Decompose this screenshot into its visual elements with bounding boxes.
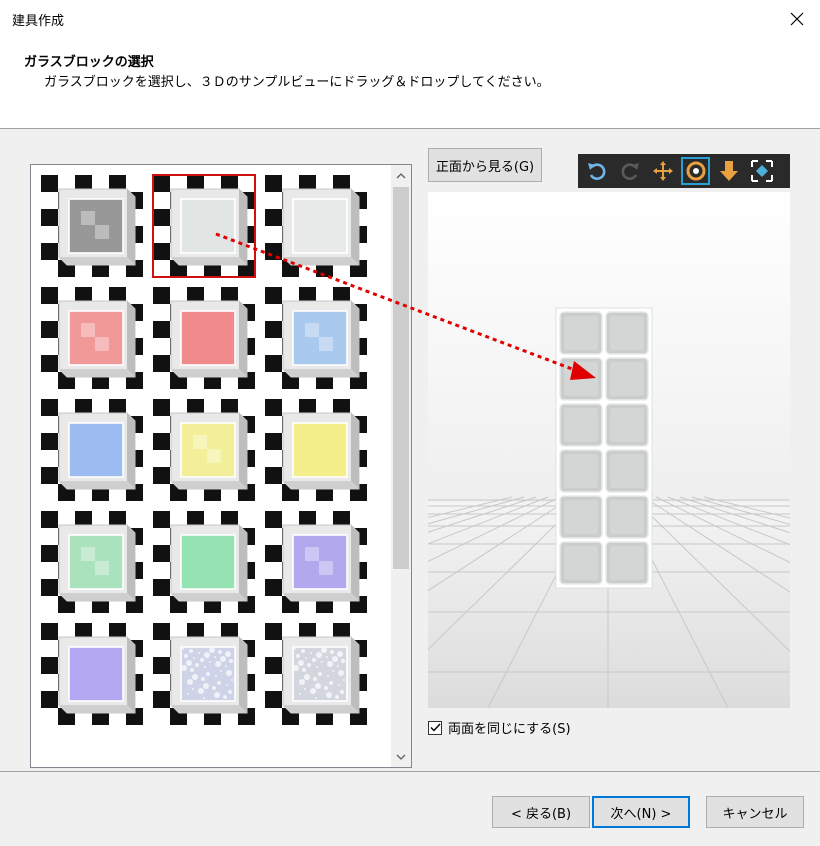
undo-tool-button[interactable]: [581, 156, 612, 186]
both-sides-option[interactable]: 両面を同じにする(S): [428, 718, 571, 737]
glass-block-textured[interactable]: [153, 623, 255, 725]
rotate-icon: [686, 161, 705, 181]
close-button[interactable]: [774, 0, 820, 38]
glass-block-green[interactable]: [153, 511, 255, 613]
glass-block-image: [153, 175, 255, 277]
glass-block-image: [265, 287, 367, 389]
back-button[interactable]: < 戻る(B): [492, 796, 590, 828]
window-title: 建具作成: [12, 14, 65, 29]
3d-preview-view[interactable]: [428, 192, 790, 708]
glass-block-lavender[interactable]: [41, 623, 143, 725]
glass-block-image: [265, 399, 367, 501]
glass-block-image: [153, 399, 255, 501]
next-button[interactable]: 次へ(N) >: [592, 796, 690, 828]
glass-block-frosted[interactable]: [265, 175, 367, 277]
check-icon: [430, 723, 441, 732]
glass-block-blue-pattern[interactable]: [265, 287, 367, 389]
rotate-tool-button[interactable]: [680, 156, 711, 186]
glass-block-image: [41, 399, 143, 501]
glass-block-image: [265, 623, 367, 725]
front-view-button[interactable]: 正面から見る(G): [428, 148, 542, 182]
cancel-button[interactable]: キャンセル: [706, 796, 804, 828]
scroll-up-button[interactable]: [391, 165, 411, 185]
scroll-down-button[interactable]: [391, 747, 411, 767]
undo-icon: [587, 163, 605, 180]
glass-block-image: [153, 623, 255, 725]
both-sides-checkbox[interactable]: [428, 720, 442, 735]
glass-block-image: [265, 175, 367, 277]
chevron-down-icon: [396, 754, 406, 760]
close-icon: [790, 12, 804, 26]
scroll-thumb[interactable]: [393, 187, 409, 569]
both-sides-label: 両面を同じにする(S): [448, 722, 571, 737]
glass-block-image: [41, 175, 143, 277]
title-bar: 建具作成: [0, 0, 820, 38]
redo-tool-button[interactable]: [614, 156, 645, 186]
3d-scene: [428, 192, 790, 708]
redo-icon: [621, 163, 639, 180]
fit-view-icon: [750, 160, 773, 182]
glass-block-red-pattern[interactable]: [41, 287, 143, 389]
glass-block-purple-pattern[interactable]: [265, 511, 367, 613]
view-toolbar: [578, 154, 790, 188]
chevron-up-icon: [396, 172, 406, 178]
glass-block-image: [41, 511, 143, 613]
glass-block-clear[interactable]: [152, 174, 256, 278]
down-arrow-icon: [719, 161, 738, 181]
glass-block-list[interactable]: [30, 164, 412, 768]
move-tool-button[interactable]: [647, 156, 678, 186]
glass-block-blue[interactable]: [41, 399, 143, 501]
down-arrow-tool-button[interactable]: [713, 156, 744, 186]
glass-block-yellow[interactable]: [265, 399, 367, 501]
glass-block-clear-pattern[interactable]: [41, 175, 143, 277]
move-icon: [652, 161, 673, 181]
step-title: ガラスブロックの選択: [24, 55, 154, 70]
step-description: ガラスブロックを選択し、３Ｄのサンプルビューにドラッグ＆ドロップしてください。: [44, 75, 550, 90]
glass-block-image: [153, 287, 255, 389]
wizard-header: ガラスブロックの選択 ガラスブロックを選択し、３Ｄのサンプルビューにドラッグ＆ド…: [0, 38, 820, 129]
wizard-body: 正面から見る(G) 両面を同じにする(S) < 戻る(B) 次へ(N) > キャ…: [0, 130, 820, 828]
glass-block-image: [265, 511, 367, 613]
list-scrollbar[interactable]: [391, 165, 411, 767]
fit-view-tool-button[interactable]: [746, 156, 777, 186]
glass-block-yellow-pattern[interactable]: [153, 399, 255, 501]
glass-block-image: [41, 287, 143, 389]
glass-block-red[interactable]: [153, 287, 255, 389]
glass-block-green-pattern[interactable]: [41, 511, 143, 613]
glass-block-textured-2[interactable]: [265, 623, 367, 725]
glass-block-image: [153, 511, 255, 613]
glass-block-image: [41, 623, 143, 725]
